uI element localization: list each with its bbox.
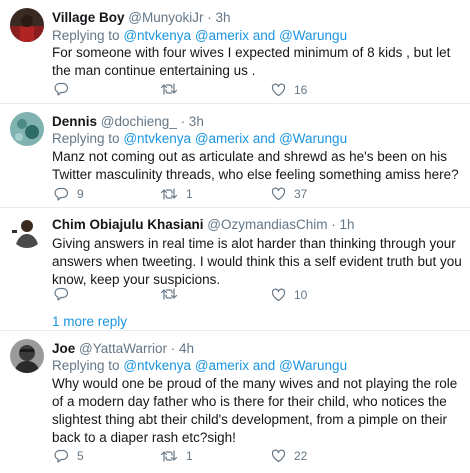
display-name[interactable]: Chim Obiajulu Khasiani <box>52 217 204 232</box>
mention-amerix[interactable]: @amerix and <box>195 358 276 373</box>
replying-prefix: Replying to <box>52 28 120 43</box>
display-name[interactable]: Village Boy <box>52 10 125 25</box>
user-handle[interactable]: @OzymandiasChim <box>207 217 327 232</box>
tweet-header: Village Boy @MunyokiJr · 3h <box>52 10 231 26</box>
user-handle[interactable]: @YattaWarrior <box>79 341 167 356</box>
mention-amerix[interactable]: @amerix and <box>195 131 276 146</box>
display-name[interactable]: Joe <box>52 341 75 356</box>
like-button[interactable]: 22 <box>271 448 307 464</box>
tweet-text: Manz not coming out as articulate and sh… <box>52 149 459 182</box>
mention-warungu[interactable]: @Warungu <box>279 131 347 146</box>
reply-button[interactable]: 9 <box>54 186 84 202</box>
more-replies-link[interactable]: 1 more reply <box>52 314 127 330</box>
mention-warungu[interactable]: @Warungu <box>279 358 347 373</box>
like-button[interactable]: 10 <box>271 287 307 303</box>
reply-button[interactable]: 5 <box>54 448 84 464</box>
tweet-text: For someone with four wives I expected m… <box>52 45 451 78</box>
tweet-header: Chim Obiajulu Khasiani @OzymandiasChim ·… <box>52 217 355 233</box>
mention-ntvkenya[interactable]: @ntvkenya <box>123 28 191 43</box>
heart-icon <box>271 288 286 302</box>
reply-icon <box>54 287 69 301</box>
reply-button[interactable] <box>54 287 77 301</box>
tweet-dennis[interactable]: Dennis @dochieng_ · 3h Replying to @ntvk… <box>0 104 470 204</box>
timestamp[interactable]: · 3h <box>181 114 204 129</box>
reply-count: 5 <box>77 449 84 463</box>
like-count: 16 <box>294 83 308 97</box>
retweet-button[interactable] <box>160 82 186 96</box>
timestamp[interactable]: · 4h <box>171 341 194 356</box>
like-button[interactable]: 37 <box>271 186 307 202</box>
replying-to: Replying to @ntvkenya @amerix and @Warun… <box>52 131 347 147</box>
mention-ntvkenya[interactable]: @ntvkenya <box>123 358 191 373</box>
heart-icon <box>271 449 286 463</box>
like-count: 10 <box>294 288 308 302</box>
tweet-chim[interactable]: Chim Obiajulu Khasiani @OzymandiasChim ·… <box>0 208 470 329</box>
avatar[interactable] <box>10 214 44 248</box>
heart-icon <box>271 83 286 97</box>
timestamp[interactable]: · 1h <box>331 217 354 232</box>
retweet-icon <box>160 288 178 300</box>
mention-amerix[interactable]: @amerix and <box>195 28 276 43</box>
retweet-icon <box>160 450 178 462</box>
avatar[interactable] <box>10 112 44 146</box>
replying-prefix: Replying to <box>52 358 120 373</box>
tweet-village-boy[interactable]: Village Boy @MunyokiJr · 3h Replying to … <box>0 0 470 100</box>
user-handle[interactable]: @dochieng_ <box>101 114 177 129</box>
reply-button[interactable] <box>54 82 77 96</box>
tweet-header: Joe @YattaWarrior · 4h <box>52 341 194 357</box>
heart-icon <box>271 187 286 201</box>
tweet-header: Dennis @dochieng_ · 3h <box>52 114 204 130</box>
retweet-count: 1 <box>186 449 193 463</box>
reply-icon <box>54 82 69 96</box>
reply-icon <box>54 187 69 201</box>
tweet-text: Why would one be proud of the many wives… <box>52 376 458 445</box>
replying-to: Replying to @ntvkenya @amerix and @Warun… <box>52 28 347 44</box>
replying-prefix: Replying to <box>52 131 120 146</box>
like-count: 37 <box>294 187 308 201</box>
reply-icon <box>54 449 69 463</box>
display-name[interactable]: Dennis <box>52 114 97 129</box>
retweet-icon <box>160 188 178 200</box>
retweet-button[interactable]: 1 <box>160 186 193 202</box>
retweet-button[interactable]: 1 <box>160 448 193 464</box>
tweet-text: Giving answers in real time is alot hard… <box>52 236 462 287</box>
avatar[interactable] <box>10 339 44 373</box>
user-handle[interactable]: @MunyokiJr <box>128 10 203 25</box>
reply-count: 9 <box>77 187 84 201</box>
timestamp[interactable]: · 3h <box>207 10 230 25</box>
retweet-button[interactable] <box>160 287 186 301</box>
retweet-icon <box>160 83 178 95</box>
tweet-joe[interactable]: Joe @YattaWarrior · 4h Replying to @ntvk… <box>0 331 470 473</box>
mention-warungu[interactable]: @Warungu <box>279 28 347 43</box>
like-count: 22 <box>294 449 308 463</box>
replying-to: Replying to @ntvkenya @amerix and @Warun… <box>52 358 347 374</box>
mention-ntvkenya[interactable]: @ntvkenya <box>123 131 191 146</box>
retweet-count: 1 <box>186 187 193 201</box>
avatar[interactable] <box>10 8 44 42</box>
like-button[interactable]: 16 <box>271 82 307 98</box>
